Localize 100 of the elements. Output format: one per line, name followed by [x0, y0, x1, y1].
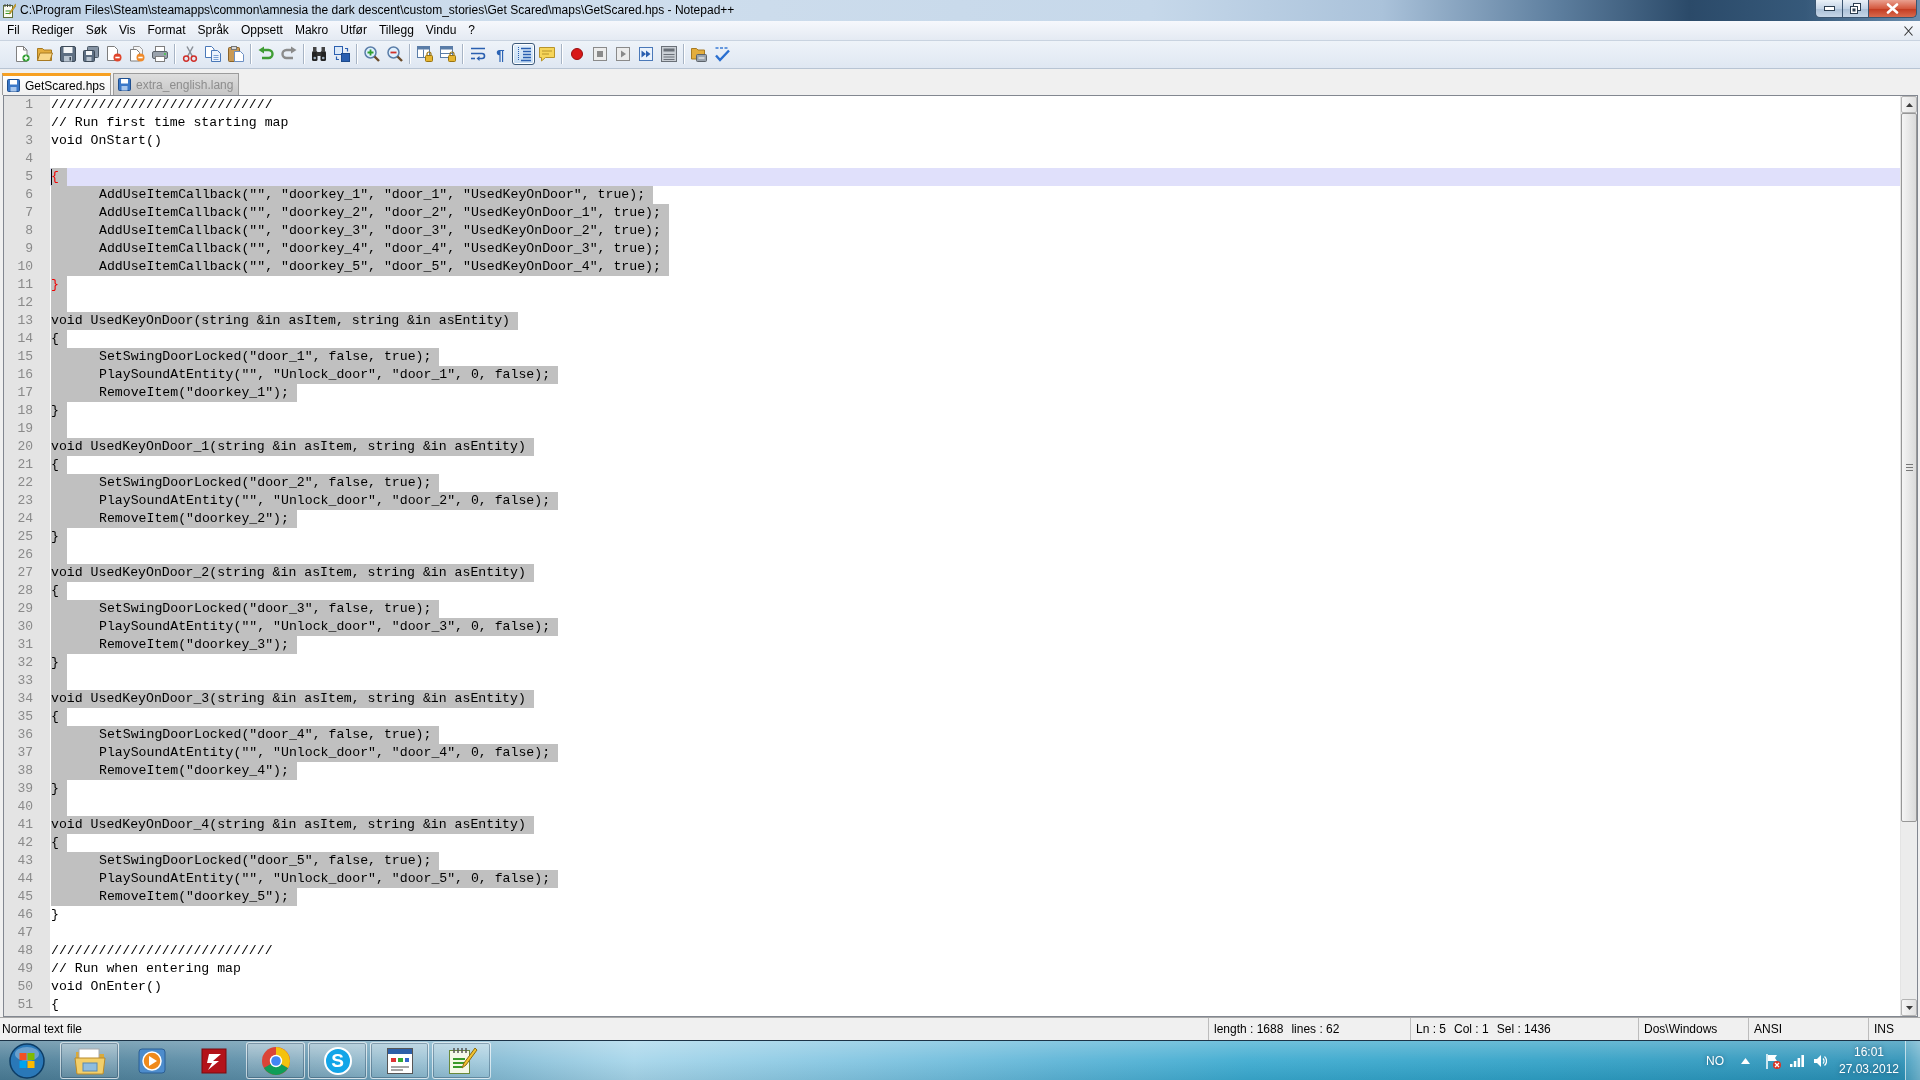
line-number: 17: [16, 384, 34, 402]
line-number: 35: [16, 708, 34, 726]
line-number: 46: [16, 906, 34, 924]
floppy-stack-icon: [82, 46, 99, 62]
line-number: 47: [16, 924, 34, 942]
menu-item[interactable]: Rediger: [25, 22, 80, 39]
line-number: 26: [16, 546, 34, 564]
notepad-pencil-icon: [3, 3, 16, 18]
line-number: 28: [16, 582, 34, 600]
wrap-lines-icon: [469, 46, 486, 62]
line-number: 44: [16, 870, 34, 888]
line-number: 23: [16, 492, 34, 510]
magnifier-plus-icon: [363, 46, 380, 62]
line-number: 34: [16, 690, 34, 708]
color-wheel-icon: [259, 1044, 292, 1077]
speech-bubble-icon: [538, 46, 555, 62]
menu-item[interactable]: Format: [141, 22, 192, 39]
curved-arrow-right-icon: [280, 46, 297, 62]
taskbar-button[interactable]: [246, 1042, 305, 1079]
menu-item[interactable]: Språk: [191, 22, 235, 39]
list-window-icon: [660, 46, 677, 62]
clipboard-icon: [227, 46, 244, 62]
line-number: 5: [24, 168, 34, 186]
scissors-icon: [181, 46, 198, 62]
line-number: 11: [16, 276, 34, 294]
tick-icon: [713, 46, 730, 62]
line-number: 48: [16, 942, 34, 960]
new-file-icon: [13, 46, 30, 62]
line-number: 38: [16, 762, 34, 780]
menu-item[interactable]: Oppsett: [234, 22, 289, 39]
up-arrow-icon: [1905, 102, 1913, 107]
window-lock-icon: [439, 46, 456, 62]
line-number: 33: [16, 672, 34, 690]
menu-item[interactable]: Fil: [1, 22, 26, 39]
status-text: Ln : 5: [1416, 1022, 1447, 1036]
menu-item[interactable]: Utfør: [334, 22, 373, 39]
signal-bars-icon[interactable]: [1790, 1054, 1804, 1067]
scrollbar-thumb[interactable]: [1901, 113, 1917, 822]
clock-date[interactable]: 27.03.2012: [1838, 1060, 1900, 1078]
toolbar-button[interactable]: ¶: [489, 43, 512, 65]
line-number: 9: [24, 240, 34, 258]
grip-icon: [1905, 463, 1913, 471]
folder-box-icon: [690, 46, 707, 62]
text-caret: [51, 169, 52, 185]
up-arrow-icon[interactable]: [1741, 1057, 1750, 1064]
two-pages-icon: [204, 46, 221, 62]
menu-item[interactable]: ?: [462, 22, 481, 39]
line-number: 51: [16, 996, 34, 1014]
restore-icon: [1850, 3, 1861, 14]
code-line: void OnStart(): [51, 132, 162, 150]
line-number: 25: [16, 528, 34, 546]
menu-item[interactable]: Makro: [288, 22, 335, 39]
menu-item[interactable]: Vindu: [419, 22, 463, 39]
code-line: }: [51, 906, 59, 924]
menu-item[interactable]: Søk: [79, 22, 114, 39]
fast-forward-icon: [638, 47, 653, 61]
line-number: 7: [24, 204, 34, 222]
restore-button[interactable]: [1842, 0, 1869, 18]
line-number: 16: [16, 366, 34, 384]
line-number: 12: [16, 294, 34, 312]
folder-icon: [36, 46, 53, 62]
line-number: 43: [16, 852, 34, 870]
scroll-up-button[interactable]: [1901, 96, 1917, 113]
down-arrow-icon: [1905, 1005, 1913, 1010]
line-number: 20: [16, 438, 34, 456]
minimize-button[interactable]: [1815, 0, 1842, 18]
line-number: 13: [16, 312, 34, 330]
close-button[interactable]: [1869, 0, 1917, 18]
line-number: 10: [16, 258, 34, 276]
window-title: C:\Program Files\Steam\steamapps\common\amnesia the dark descent\custom_stories\Get Scared\maps\GetScared.hps - Notepad++: [20, 3, 735, 18]
status-text: Normal text file: [2, 1022, 83, 1036]
stop-square-icon: [592, 47, 607, 61]
close-icon[interactable]: [1904, 25, 1913, 36]
magnifier-minus-icon: [386, 46, 403, 62]
line-number: 3: [24, 132, 34, 150]
line-number: 8: [24, 222, 34, 240]
taskbar-button[interactable]: [60, 1042, 119, 1079]
line-number: 37: [16, 744, 34, 762]
start-orb-icon[interactable]: [9, 1042, 45, 1079]
line-number: 1: [24, 96, 34, 114]
printer-icon: [151, 46, 168, 62]
vertical-scrollbar[interactable]: [1900, 96, 1917, 1016]
binoculars-icon: [310, 46, 327, 62]
line-number: 45: [16, 888, 34, 906]
play-square-icon: [615, 47, 630, 61]
scroll-down-button[interactable]: [1901, 999, 1917, 1016]
line-number: 15: [16, 348, 34, 366]
swap-squares-icon: [333, 46, 350, 62]
taskbar-button[interactable]: [370, 1042, 429, 1079]
tab[interactable]: GetScared.hps: [2, 73, 112, 95]
flag-x-icon[interactable]: [1765, 1052, 1781, 1069]
line-number: 2: [24, 114, 34, 132]
taskbar-button[interactable]: [432, 1042, 491, 1079]
close-icon: [1886, 3, 1899, 14]
menu-item[interactable]: Vis: [113, 22, 142, 39]
speaker-icon[interactable]: [1813, 1053, 1827, 1068]
menu-item[interactable]: Tillegg: [372, 22, 420, 39]
minimize-icon: [1823, 6, 1835, 11]
toolbar-button[interactable]: [512, 43, 535, 65]
line-number: 6: [24, 186, 34, 204]
